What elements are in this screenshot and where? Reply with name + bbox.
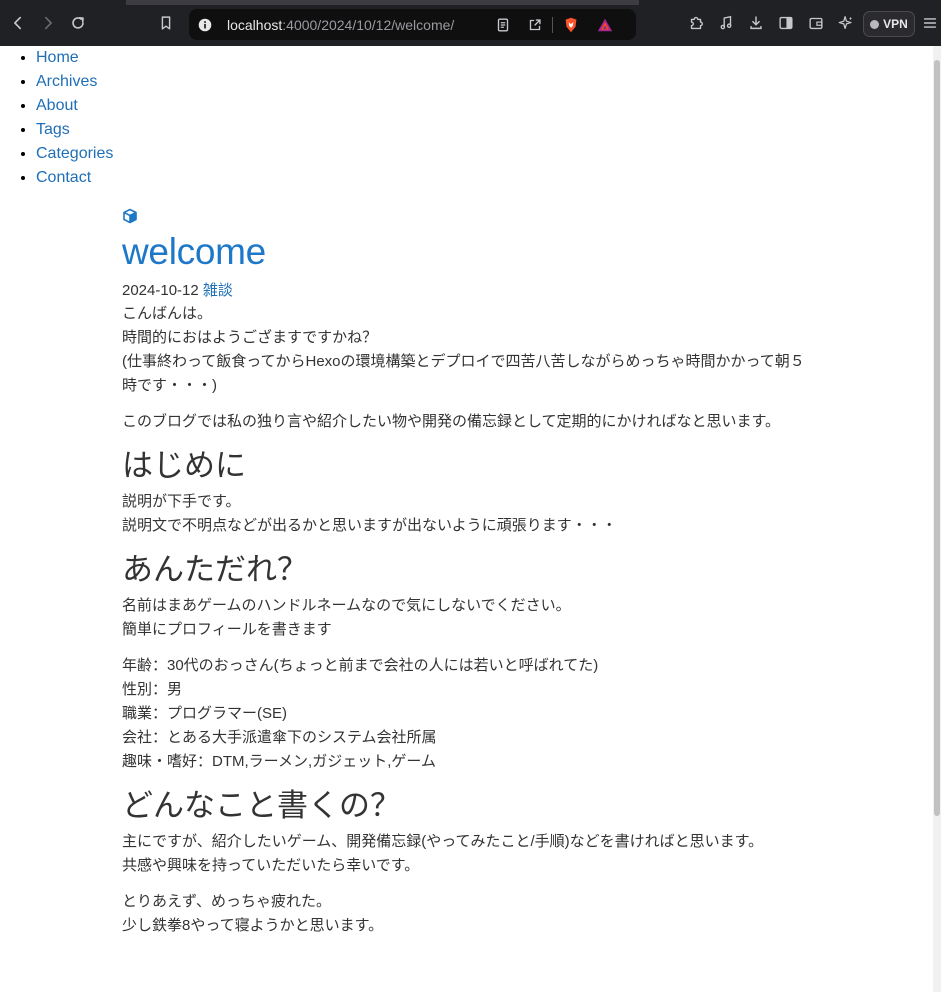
section-paragraph: とりあえず、めっちゃ疲れた。 少し鉄拳8やって寝ようかと思います。 <box>122 890 812 938</box>
nav-item-tags: Tags <box>36 118 113 142</box>
profile-company: 会社：とある大手派遣傘下のシステム会社所属 <box>122 729 437 746</box>
address-bar[interactable]: localhost:4000/2024/10/12/welcome/ <box>189 9 636 40</box>
nav-link-tags[interactable]: Tags <box>36 121 70 138</box>
browser-toolbar: localhost:4000/2024/10/12/welcome/ VPN <box>0 0 941 46</box>
paragraph-line: とりあえず、めっちゃ疲れた。 <box>122 893 331 910</box>
vpn-button[interactable]: VPN <box>863 11 915 37</box>
post-body: こんばんは。 時間的におはようござますですかね？ (仕事終わって飯食ってからHe… <box>122 302 812 938</box>
back-icon[interactable] <box>8 13 28 33</box>
reader-mode-icon[interactable] <box>493 15 513 35</box>
post-article: welcome 2024-10-12 雑談 こんばんは。 時間的におはようござま… <box>122 208 812 950</box>
url-divider <box>552 17 553 33</box>
section-heading-who: あんただれ？ <box>122 552 308 587</box>
profile-hobby: 趣味・嗜好：DTM,ラーメン,ガジェット,ゲーム <box>122 753 436 770</box>
media-icon[interactable] <box>716 13 736 33</box>
nav-link-contact[interactable]: Contact <box>36 169 91 186</box>
paragraph-line: 説明文で不明点などが出るかと思いますが出ないように頑張ります・・・ <box>122 517 617 534</box>
post-category-link[interactable]: 雑談 <box>203 282 233 299</box>
nav-item-categories: Categories <box>36 142 113 166</box>
brave-shields-icon[interactable] <box>561 15 581 35</box>
extensions-icon[interactable] <box>686 13 706 33</box>
post-title: welcome <box>122 231 266 272</box>
site-info-icon[interactable] <box>195 15 215 35</box>
intro-line: 時間的におはようござますですかね？ <box>122 329 378 346</box>
nav-item-archives: Archives <box>36 70 113 94</box>
leo-ai-icon[interactable] <box>836 13 856 33</box>
nav-item-home: Home <box>36 46 113 70</box>
url-host: localhost <box>227 17 283 33</box>
paragraph-line: 名前はまあゲームのハンドルネームなので気にしないでください。 <box>122 597 571 614</box>
post-meta: 2024-10-12 雑談 <box>122 280 812 302</box>
brave-rewards-icon[interactable] <box>595 15 615 35</box>
section-paragraph: 主にですが、紹介したいゲーム、開発備忘録(やってみたこと/手順)などを書ければと… <box>122 830 812 878</box>
section-paragraph: 名前はまあゲームのハンドルネームなので気にしないでください。 簡単にプロフィール… <box>122 594 812 642</box>
nav-link-about[interactable]: About <box>36 97 78 114</box>
sidebar-icon[interactable] <box>776 13 796 33</box>
download-icon[interactable] <box>746 13 766 33</box>
profile-gender: 性別：男 <box>122 681 183 698</box>
intro-line: こんばんは。 <box>122 305 213 322</box>
page-scrollbar[interactable] <box>933 46 941 992</box>
profile-job: 職業：プログラマー(SE) <box>122 705 288 722</box>
nav-item-about: About <box>36 94 113 118</box>
section-heading-hajimeni: はじめに <box>122 448 246 483</box>
menu-icon[interactable] <box>920 13 940 33</box>
post-date: 2024-10-12 <box>122 282 199 299</box>
profile-list: 年齢：30代のおっさん(ちょっと前まで会社の人には若いと呼ばれてた) 性別：男 … <box>122 654 812 774</box>
nav-link-home[interactable]: Home <box>36 49 79 66</box>
paragraph-line: 主にですが、紹介したいゲーム、開発備忘録(やってみたこと/手順)などを書ければと… <box>122 833 764 850</box>
section-heading-what: どんなこと書くの？ <box>122 788 401 823</box>
site-nav: Home Archives About Tags Categories Cont… <box>0 46 113 190</box>
paragraph-line: 簡単にプロフィールを書きます <box>122 621 332 638</box>
intro-line: (仕事終わって飯食ってからHexoの環境構築とデプロイで四苦八苦しながらめっちゃ… <box>122 353 805 394</box>
url-text: localhost:4000/2024/10/12/welcome/ <box>227 17 454 33</box>
paragraph-line: 共感や興味を持っていただいたら幸いです。 <box>122 857 420 874</box>
section-paragraph: 説明が下手です。 説明文で不明点などが出るかと思いますが出ないように頑張ります・… <box>122 490 812 538</box>
url-path: :4000/2024/10/12/welcome/ <box>282 17 455 33</box>
post-intro: こんばんは。 時間的におはようござますですかね？ (仕事終わって飯食ってからHe… <box>122 302 812 398</box>
nav-link-archives[interactable]: Archives <box>36 73 97 90</box>
post-intro-2: このブログでは私の独り言や紹介したい物や開発の備忘録として定期的にかければなと思… <box>122 413 781 430</box>
profile-age: 年齢：30代のおっさん(ちょっと前まで会社の人には若いと呼ばれてた) <box>122 657 599 674</box>
vpn-status-icon <box>870 19 880 29</box>
nav-link-categories[interactable]: Categories <box>36 145 113 162</box>
vpn-label: VPN <box>883 17 908 31</box>
nav-item-contact: Contact <box>36 166 113 190</box>
share-icon[interactable] <box>525 15 545 35</box>
reload-icon[interactable] <box>68 13 88 33</box>
paragraph-line: 説明が下手です。 <box>122 493 241 510</box>
forward-icon[interactable] <box>38 13 58 33</box>
cube-icon <box>123 208 137 224</box>
paragraph-line: 少し鉄拳8やって寝ようかと思います。 <box>122 917 384 934</box>
bookmark-icon[interactable] <box>156 13 176 33</box>
wallet-icon[interactable] <box>806 13 826 33</box>
scrollbar-thumb[interactable] <box>934 60 940 816</box>
